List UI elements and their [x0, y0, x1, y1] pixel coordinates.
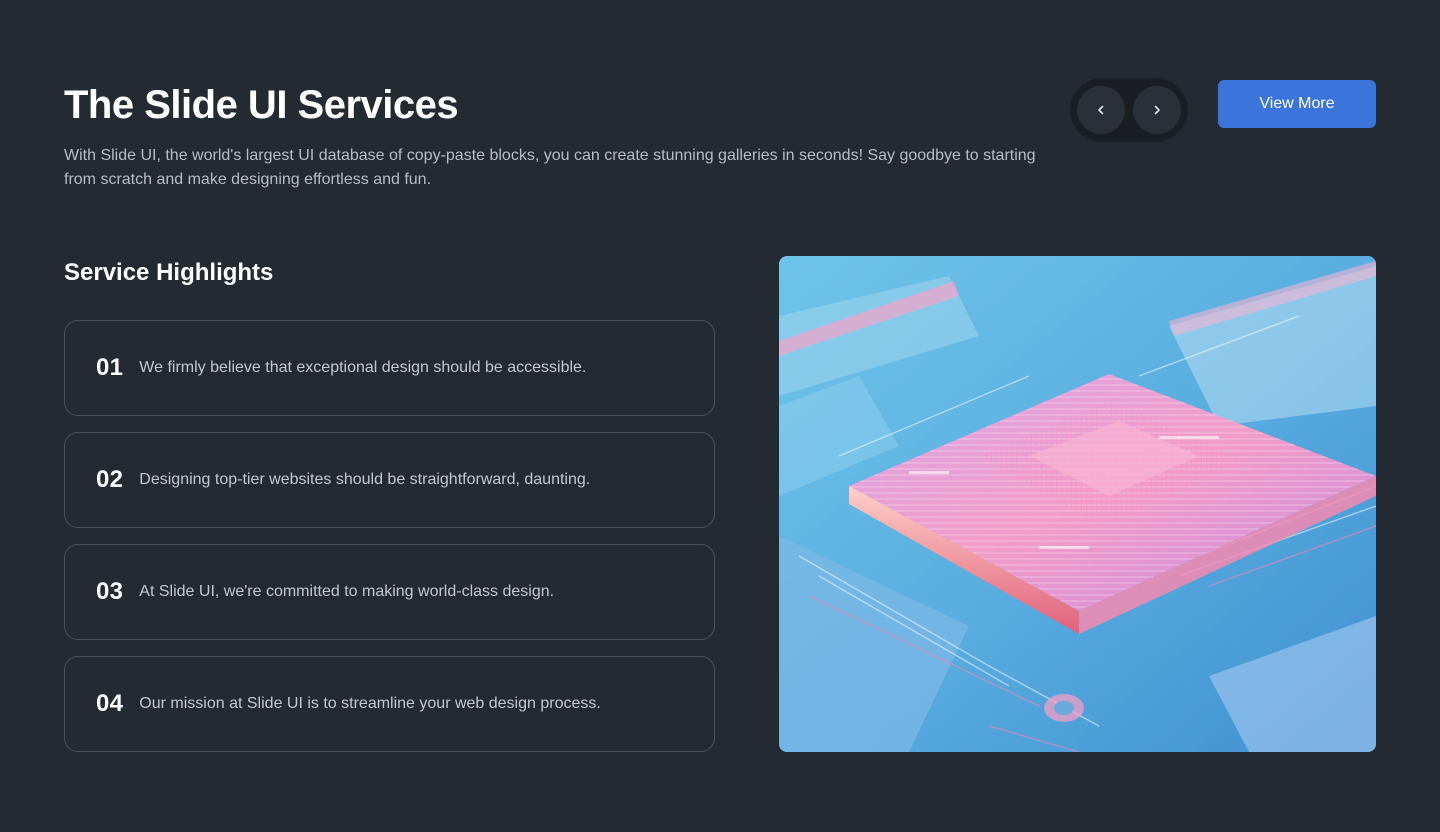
highlight-text: We firmly believe that exceptional desig… — [139, 359, 587, 376]
hero-image — [779, 256, 1376, 752]
highlight-number: 03 — [96, 578, 124, 605]
highlight-card: 02 Designing top-tier websites should be… — [64, 432, 715, 528]
highlight-card: 03 At Slide UI, we're committed to makin… — [64, 544, 715, 640]
chevron-right-icon — [1154, 105, 1160, 115]
highlight-number: 02 — [96, 466, 124, 493]
page-subtitle: With Slide UI, the world's largest UI da… — [64, 147, 1036, 188]
view-more-button[interactable]: View More — [1218, 80, 1376, 128]
highlight-text: Our mission at Slide UI is to streamline… — [139, 695, 601, 712]
next-button[interactable] — [1133, 86, 1181, 134]
highlight-text: At Slide UI, we're committed to making w… — [139, 583, 555, 600]
prev-button[interactable] — [1077, 86, 1125, 134]
circuit-chip-illustration — [779, 256, 1376, 752]
highlight-card: 01 We firmly believe that exceptional de… — [64, 320, 715, 416]
section-title: Service Highlights — [64, 259, 274, 286]
highlight-text: Designing top-tier websites should be st… — [139, 471, 591, 488]
page-title: The Slide UI Services — [64, 83, 459, 127]
highlight-number: 04 — [96, 690, 124, 717]
highlight-number: 01 — [96, 354, 124, 381]
services-section: The Slide UI Services With Slide UI, the… — [0, 0, 1440, 832]
chevron-left-icon — [1098, 105, 1104, 115]
highlight-card: 04 Our mission at Slide UI is to streaml… — [64, 656, 715, 752]
highlights-list: 01 We firmly believe that exceptional de… — [64, 320, 715, 768]
slider-controls — [1072, 80, 1186, 140]
